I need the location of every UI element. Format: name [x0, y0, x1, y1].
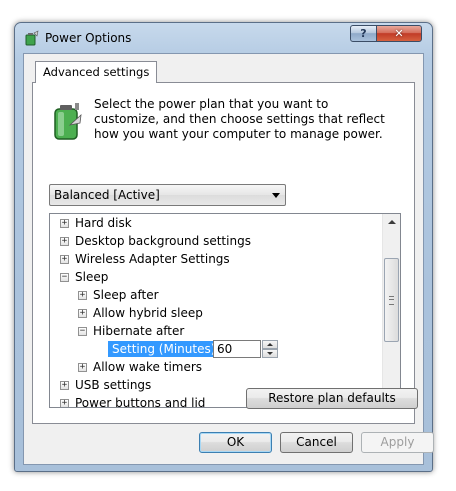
window-title: Power Options — [45, 31, 132, 45]
power-options-window: Power Options ? ✕ Advanced settings Sele… — [14, 22, 434, 472]
setting-minutes-label: Setting (Minutes): — [108, 341, 223, 357]
restore-plan-defaults-button[interactable]: Restore plan defaults — [246, 388, 418, 409]
tree-item-label: USB settings — [75, 378, 152, 392]
scroll-thumb[interactable] — [384, 258, 399, 342]
tree-item-label: Sleep after — [93, 288, 159, 302]
help-button[interactable]: ? — [350, 25, 377, 42]
minutes-input[interactable]: 60 — [213, 340, 261, 358]
settings-tree-content: + Hard disk + Desktop background setting… — [50, 214, 384, 407]
collapse-icon[interactable]: − — [60, 273, 69, 282]
chevron-up-icon — [267, 343, 273, 346]
tree-item-hard-disk[interactable]: + Hard disk — [50, 214, 384, 232]
ok-button[interactable]: OK — [199, 432, 272, 453]
dialog-client-area: Advanced settings Select the power plan … — [23, 53, 434, 465]
expand-icon[interactable]: + — [78, 309, 87, 318]
tree-item-label: Wireless Adapter Settings — [75, 252, 230, 266]
spin-up-button[interactable] — [262, 340, 278, 349]
tree-item-label: Power buttons and lid — [75, 396, 206, 407]
settings-tree[interactable]: + Hard disk + Desktop background setting… — [49, 213, 401, 408]
tree-item-wireless-adapter[interactable]: + Wireless Adapter Settings — [50, 250, 384, 268]
expand-icon[interactable]: + — [78, 291, 87, 300]
battery-icon — [54, 103, 82, 140]
tree-item-allow-hybrid-sleep[interactable]: + Allow hybrid sleep — [50, 304, 384, 322]
expand-icon[interactable]: + — [60, 219, 69, 228]
power-plan-value: Balanced [Active] — [54, 188, 160, 202]
tree-item-sleep-after[interactable]: + Sleep after — [50, 286, 384, 304]
page: Power Options ? ✕ Advanced settings Sele… — [0, 0, 456, 491]
expand-icon[interactable]: + — [60, 399, 69, 407]
tree-item-label: Sleep — [75, 270, 109, 284]
apply-button[interactable]: Apply — [361, 432, 434, 453]
close-button[interactable]: ✕ — [376, 25, 422, 42]
title-bar[interactable]: Power Options ? ✕ — [15, 23, 432, 53]
tab-advanced-settings[interactable]: Advanced settings — [35, 61, 158, 83]
grip-icon — [389, 296, 394, 305]
vertical-scrollbar[interactable] — [382, 214, 400, 407]
tree-item-setting-minutes[interactable]: Setting (Minutes): 60 — [50, 340, 384, 358]
expand-icon[interactable]: + — [60, 255, 69, 264]
expand-icon[interactable]: + — [60, 237, 69, 246]
tree-item-label: Allow hybrid sleep — [93, 306, 203, 320]
tree-item-label: Hibernate after — [93, 324, 185, 338]
power-plan-dropdown[interactable]: Balanced [Active] — [49, 184, 286, 206]
expand-icon[interactable]: + — [78, 363, 87, 372]
minutes-spinner[interactable] — [262, 340, 278, 358]
chevron-down-icon — [267, 352, 273, 355]
tree-item-sleep[interactable]: − Sleep — [50, 268, 384, 286]
tree-item-label: Desktop background settings — [75, 234, 251, 248]
tree-item-allow-wake-timers[interactable]: + Allow wake timers — [50, 358, 384, 376]
chevron-down-icon — [272, 193, 280, 198]
power-options-icon — [25, 30, 39, 46]
tree-item-hibernate-after[interactable]: − Hibernate after — [50, 322, 384, 340]
cancel-button[interactable]: Cancel — [280, 432, 353, 453]
tree-item-label: Allow wake timers — [93, 360, 203, 374]
tree-item-desktop-background[interactable]: + Desktop background settings — [50, 232, 384, 250]
advanced-settings-panel: Select the power plan that you want to c… — [32, 82, 418, 424]
scroll-up-button[interactable] — [383, 214, 400, 231]
spin-down-button[interactable] — [262, 349, 278, 358]
expand-icon[interactable]: + — [60, 381, 69, 390]
intro-text: Select the power plan that you want to c… — [94, 97, 385, 141]
tree-item-label: Hard disk — [75, 216, 132, 230]
chevron-up-icon — [388, 220, 396, 224]
collapse-icon[interactable]: − — [78, 327, 87, 336]
